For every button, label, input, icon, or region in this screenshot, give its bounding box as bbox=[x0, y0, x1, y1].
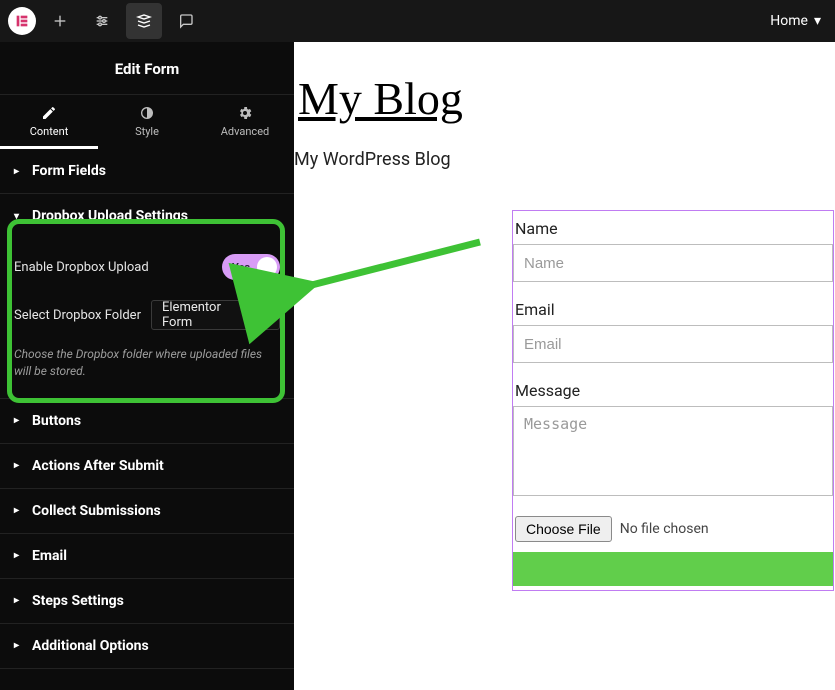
elementor-logo[interactable] bbox=[8, 7, 36, 35]
section-steps-settings-label: Steps Settings bbox=[32, 593, 124, 609]
section-form-fields-header[interactable]: ▸ Form Fields bbox=[0, 149, 294, 193]
select-folder-label: Select Dropbox Folder bbox=[14, 308, 141, 323]
panel-title: Edit Form bbox=[0, 42, 294, 94]
chevron-down-icon: ▼ bbox=[261, 310, 271, 321]
chevron-right-icon: ▸ bbox=[14, 460, 24, 471]
submit-button[interactable] bbox=[513, 552, 833, 586]
chevron-right-icon: ▸ bbox=[14, 640, 24, 651]
tab-content[interactable]: Content bbox=[0, 95, 98, 149]
section-collect-submissions: ▸ Collect Submissions bbox=[0, 489, 294, 534]
chevron-down-icon: ▾ bbox=[814, 13, 821, 29]
panel-tabs: Content Style Advanced bbox=[0, 94, 294, 149]
app-topbar: Home ▾ bbox=[0, 0, 835, 42]
structure-button[interactable] bbox=[126, 3, 162, 39]
home-menu[interactable]: Home ▾ bbox=[770, 0, 821, 42]
enable-dropbox-toggle[interactable]: Yes bbox=[222, 254, 280, 280]
email-input[interactable] bbox=[513, 325, 833, 363]
section-dropbox-header[interactable]: ▾ Dropbox Upload Settings bbox=[0, 194, 294, 238]
section-dropbox: ▾ Dropbox Upload Settings Enable Dropbox… bbox=[0, 194, 294, 399]
enable-dropbox-label: Enable Dropbox Upload bbox=[14, 260, 149, 275]
section-steps-settings: ▸ Steps Settings bbox=[0, 579, 294, 624]
section-actions-after-submit-header[interactable]: ▸ Actions After Submit bbox=[0, 444, 294, 488]
home-label: Home bbox=[770, 13, 808, 29]
toggle-text: Yes bbox=[232, 261, 250, 274]
section-actions-after-submit-label: Actions After Submit bbox=[32, 458, 164, 474]
tab-style-label: Style bbox=[135, 125, 159, 138]
section-form-fields: ▸ Form Fields bbox=[0, 149, 294, 194]
section-actions-after-submit: ▸ Actions After Submit bbox=[0, 444, 294, 489]
chevron-right-icon: ▸ bbox=[14, 505, 24, 516]
section-collect-submissions-header[interactable]: ▸ Collect Submissions bbox=[0, 489, 294, 533]
name-label: Name bbox=[515, 219, 833, 238]
toggle-knob bbox=[257, 257, 277, 277]
preview-canvas: My Blog My WordPress Blog Name Email Mes… bbox=[294, 42, 835, 690]
section-email-header[interactable]: ▸ Email bbox=[0, 534, 294, 578]
section-steps-settings-header[interactable]: ▸ Steps Settings bbox=[0, 579, 294, 623]
dropbox-help-text: Choose the Dropbox folder where uploaded… bbox=[14, 340, 280, 380]
tab-advanced-label: Advanced bbox=[221, 125, 269, 138]
choose-file-button[interactable]: Choose File bbox=[515, 516, 612, 542]
form-widget[interactable]: Name Email Message Choose File No file c… bbox=[512, 210, 834, 591]
email-label: Email bbox=[515, 300, 833, 319]
tab-advanced[interactable]: Advanced bbox=[196, 95, 294, 149]
section-additional-options-header[interactable]: ▸ Additional Options bbox=[0, 624, 294, 668]
chevron-right-icon: ▸ bbox=[14, 550, 24, 561]
tagline: My WordPress Blog bbox=[294, 149, 835, 170]
section-additional-options: ▸ Additional Options bbox=[0, 624, 294, 669]
settings-button[interactable] bbox=[84, 3, 120, 39]
section-email-label: Email bbox=[32, 548, 67, 564]
name-input[interactable] bbox=[513, 244, 833, 282]
add-element-button[interactable] bbox=[42, 3, 78, 39]
sections-list: ▸ Form Fields ▾ Dropbox Upload Settings … bbox=[0, 149, 294, 690]
section-form-fields-label: Form Fields bbox=[32, 163, 106, 179]
editor-sidebar: Edit Form Content Style Advanced ▸ Form … bbox=[0, 42, 294, 690]
message-input[interactable] bbox=[513, 406, 833, 496]
message-label: Message bbox=[515, 381, 833, 400]
chevron-right-icon: ▸ bbox=[14, 166, 24, 177]
chevron-right-icon: ▸ bbox=[14, 415, 24, 426]
section-dropbox-label: Dropbox Upload Settings bbox=[32, 208, 188, 224]
dropbox-folder-value: Elementor Form bbox=[162, 300, 251, 330]
section-email: ▸ Email bbox=[0, 534, 294, 579]
tab-content-label: Content bbox=[30, 125, 69, 138]
section-additional-options-label: Additional Options bbox=[32, 638, 149, 654]
section-dropbox-body: Enable Dropbox Upload Yes Select Dropbox… bbox=[0, 238, 294, 398]
section-buttons-label: Buttons bbox=[32, 413, 81, 429]
section-buttons-header[interactable]: ▸ Buttons bbox=[0, 399, 294, 443]
comments-button[interactable] bbox=[168, 3, 204, 39]
dropbox-folder-select[interactable]: Elementor Form ▼ bbox=[151, 300, 280, 330]
site-title[interactable]: My Blog bbox=[298, 72, 835, 125]
chevron-down-icon: ▾ bbox=[14, 211, 24, 222]
section-buttons: ▸ Buttons bbox=[0, 399, 294, 444]
tab-style[interactable]: Style bbox=[98, 95, 196, 149]
section-collect-submissions-label: Collect Submissions bbox=[32, 503, 161, 519]
chevron-right-icon: ▸ bbox=[14, 595, 24, 606]
file-status: No file chosen bbox=[620, 521, 709, 537]
